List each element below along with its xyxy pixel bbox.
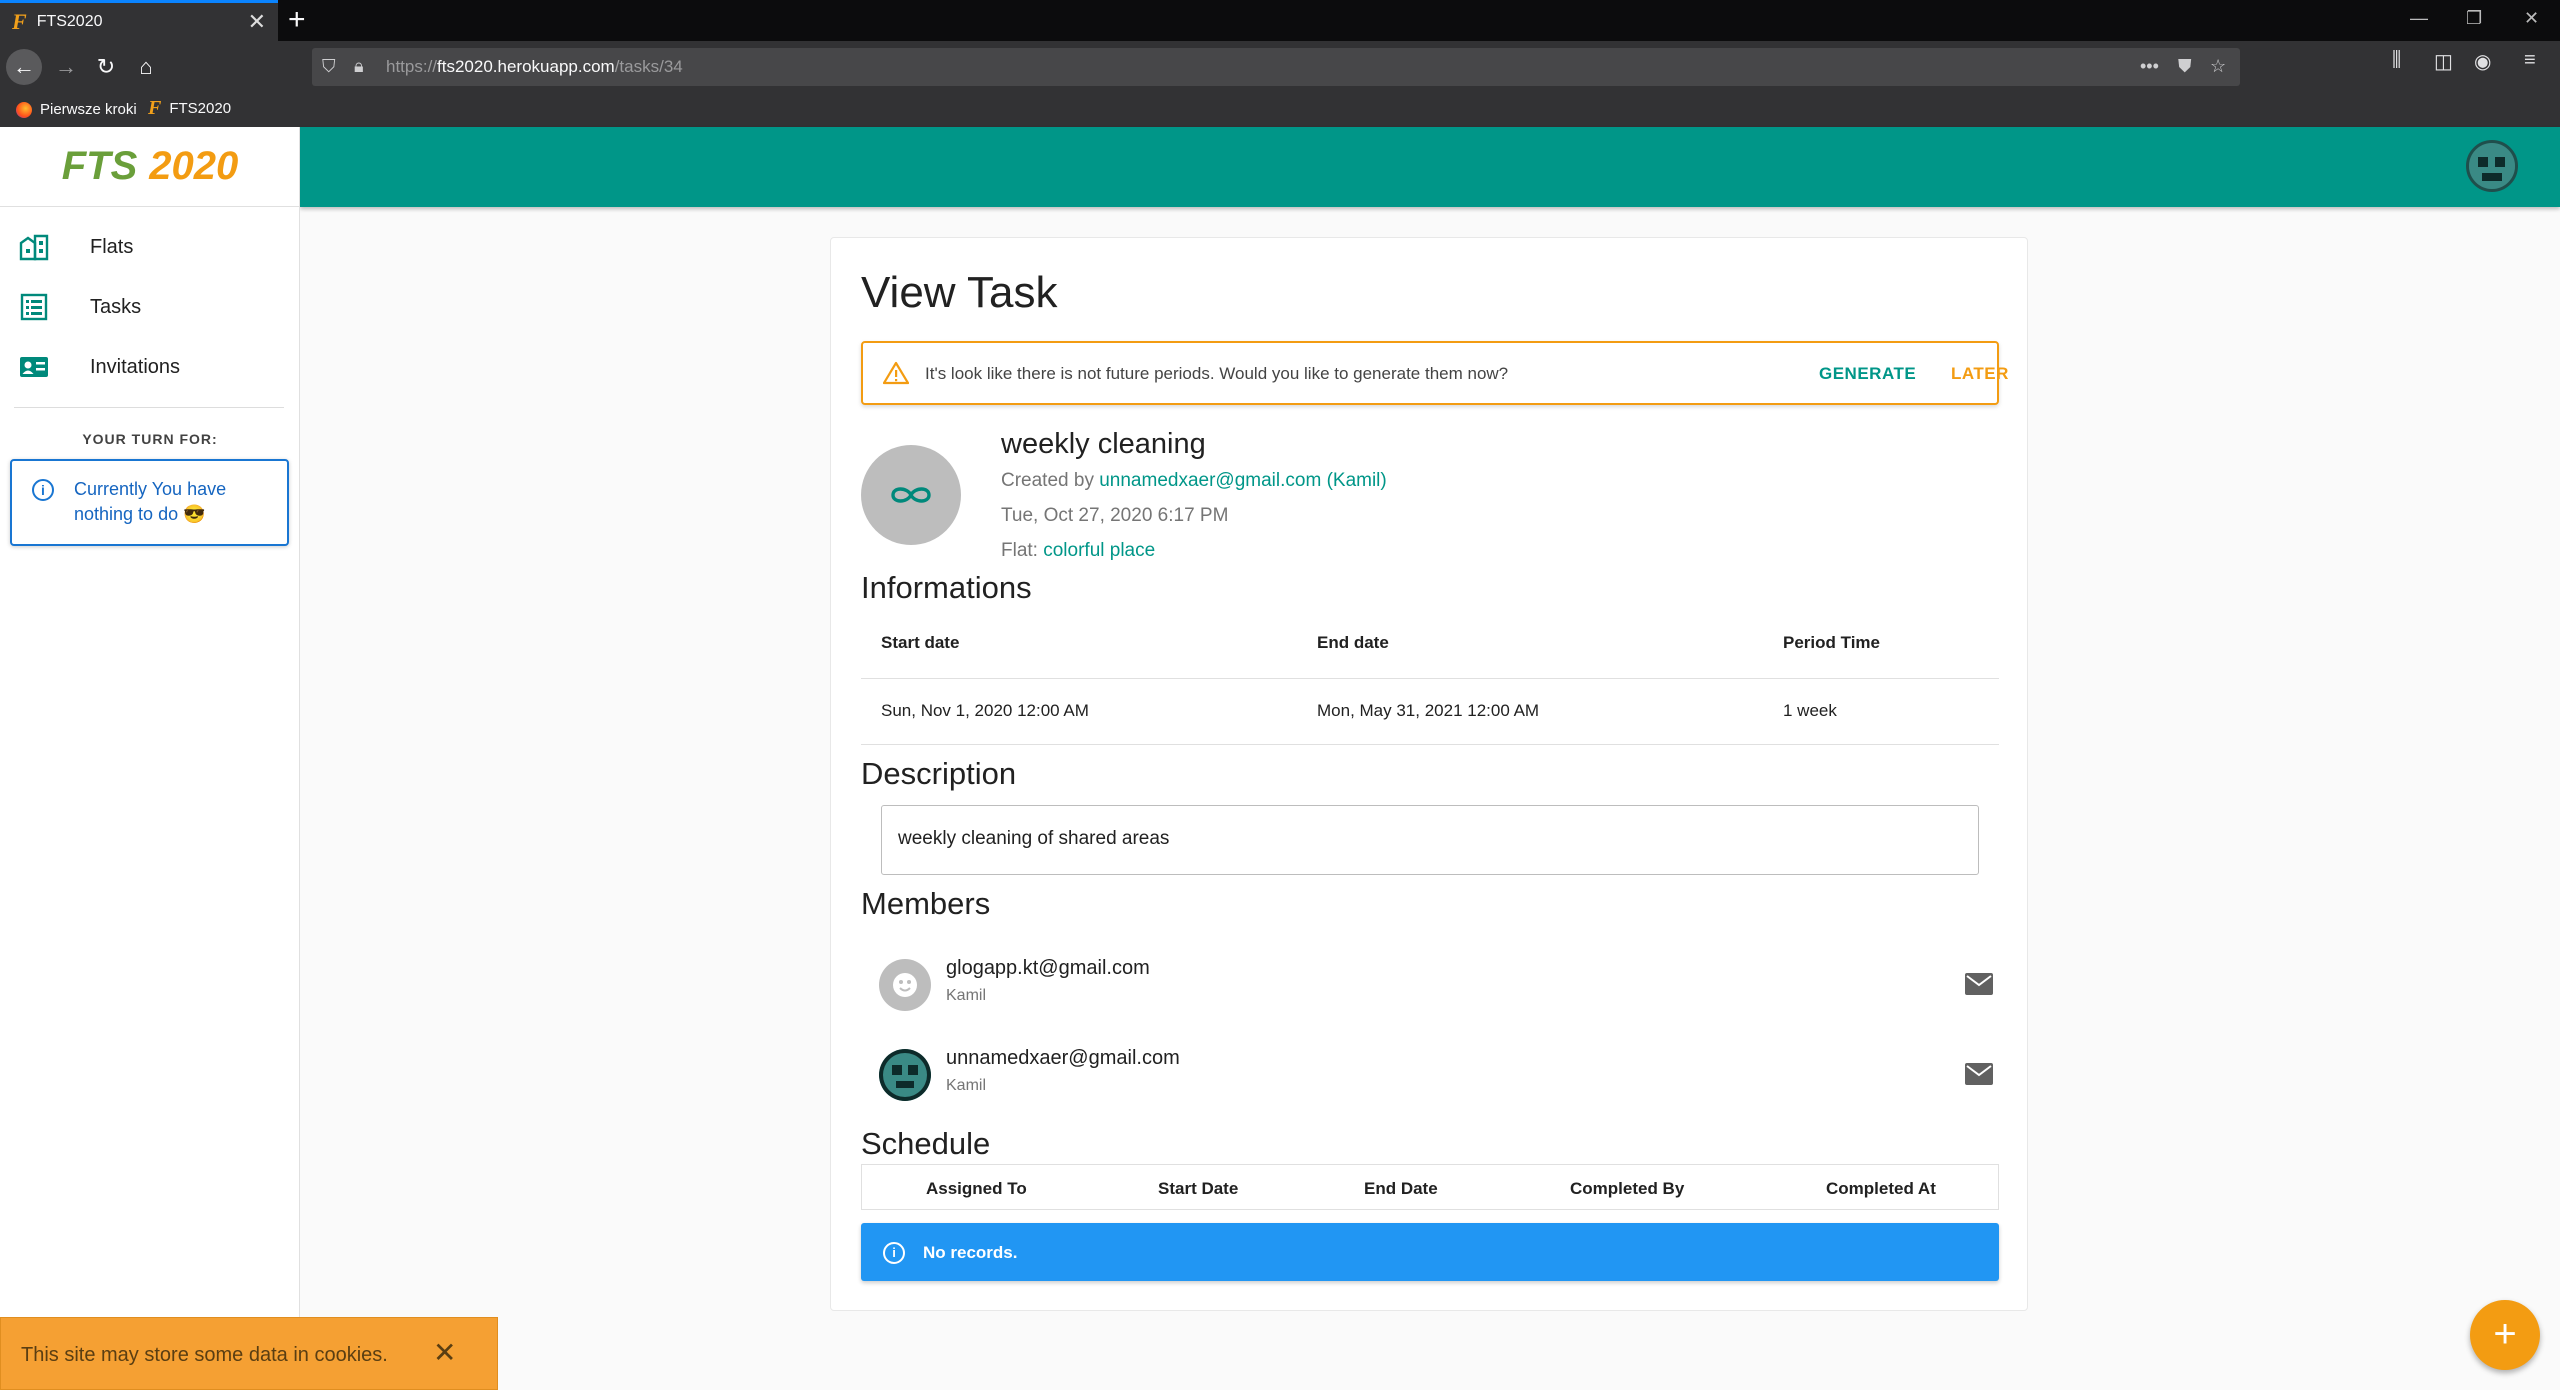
app-logo[interactable]: FTS 2020	[0, 127, 300, 207]
avatar-face-icon	[879, 1049, 931, 1101]
sidebar-item-invitations[interactable]: Invitations	[0, 338, 300, 396]
user-avatar[interactable]	[2466, 140, 2518, 192]
later-button[interactable]: LATER	[1951, 364, 2009, 384]
list-icon	[20, 293, 48, 321]
member-name: Kamil	[946, 987, 987, 1004]
close-window-icon[interactable]: ✕	[2524, 8, 2539, 29]
schedule-header-completed-by[interactable]: Completed By	[1570, 1179, 1684, 1199]
back-button[interactable]: ←	[6, 49, 42, 85]
no-records-text: No records.	[923, 1243, 1018, 1262]
close-tab-icon[interactable]: ✕	[248, 9, 266, 35]
new-tab-button[interactable]: +	[288, 2, 306, 38]
member-name: Kamil	[946, 1077, 987, 1094]
forward-button[interactable]: →	[48, 49, 84, 85]
account-icon[interactable]: ◉	[2474, 49, 2491, 74]
member-item: unnamedxaer@gmail.com Kamil	[861, 1039, 1999, 1119]
mail-icon[interactable]	[1965, 973, 1993, 995]
building-icon	[19, 234, 49, 261]
schedule-header-start-date[interactable]: Start Date	[1158, 1179, 1238, 1199]
task-avatar	[861, 445, 961, 545]
task-created-at: Tue, Oct 27, 2020 6:17 PM	[1001, 505, 1229, 526]
task-flat: Flat: colorful place	[1001, 540, 1156, 561]
face-icon	[893, 973, 917, 997]
description-box: weekly cleaning of shared areas	[881, 805, 1979, 875]
bookmark-first-steps[interactable]: Pierwsze kroki	[16, 101, 137, 118]
pocket-icon[interactable]: ⛊	[2178, 56, 2192, 77]
app-header	[300, 127, 2560, 207]
info-end-date: Mon, May 31, 2021 12:00 AM	[1317, 701, 1540, 720]
description-heading: Description	[861, 756, 1017, 791]
menu-icon[interactable]: ≡	[2524, 49, 2536, 72]
member-email: glogapp.kt@gmail.com	[946, 957, 1150, 979]
reload-button[interactable]: ↻	[88, 49, 124, 85]
info-icon: i	[32, 479, 54, 501]
home-button[interactable]: ⌂	[128, 49, 164, 85]
sidebar-item-flats[interactable]: Flats	[0, 218, 300, 276]
your-turn-info-box: i Currently You have nothing to do 😎	[10, 459, 289, 546]
id-card-icon	[20, 357, 48, 377]
schedule-header-completed-at[interactable]: Completed At	[1826, 1179, 1936, 1199]
infinity-icon	[891, 487, 931, 503]
task-name: weekly cleaning	[1001, 428, 1206, 460]
browser-tab[interactable]: F FTS2020 ✕	[0, 0, 278, 41]
future-periods-alert: It's look like there is not future perio…	[861, 341, 2008, 405]
member-avatar[interactable]	[879, 959, 931, 1011]
avatar-face-icon	[2469, 143, 2515, 189]
info-icon: i	[883, 1242, 905, 1264]
url-text: https://fts2020.herokuapp.com/tasks/34	[386, 57, 683, 76]
member-item: glogapp.kt@gmail.com Kamil	[861, 949, 1999, 1029]
informations-heading: Informations	[861, 570, 1032, 605]
member-email: unnamedxaer@gmail.com	[946, 1047, 1180, 1069]
add-button[interactable]: +	[2470, 1300, 2540, 1370]
shield-icon[interactable]: ⛉	[322, 56, 336, 77]
task-card: View Task It's look like there is not fu…	[830, 237, 2028, 1311]
browser-tab-bar: F FTS2020 ✕ + — ❐ ✕	[0, 0, 2560, 41]
schedule-table-header: Assigned To Start Date End Date Complete…	[861, 1164, 1999, 1210]
browser-nav-bar: ← → ↻ ⌂ ⛉ 🔒︎ https://fts2020.herokuapp.c…	[0, 41, 2560, 93]
task-created-by: Created by unnamedxaer@gmail.com (Kamil)	[1001, 470, 1387, 491]
sidebar-item-tasks[interactable]: Tasks	[0, 278, 300, 336]
sidebar-toggle-icon[interactable]: ◫	[2434, 49, 2453, 74]
generate-button[interactable]: GENERATE	[1819, 364, 1916, 384]
close-icon[interactable]: ✕	[433, 1336, 456, 1369]
fts-favicon-icon: F	[12, 9, 27, 34]
warning-icon	[883, 361, 909, 385]
bookmark-star-icon[interactable]: ☆	[2210, 56, 2226, 77]
schedule-header-end-date[interactable]: End Date	[1364, 1179, 1438, 1199]
info-period-time: 1 week	[1783, 701, 1837, 720]
alert-text: It's look like there is not future perio…	[925, 364, 1509, 383]
bookmark-fts2020[interactable]: F FTS2020	[148, 97, 231, 120]
member-avatar[interactable]	[879, 1049, 931, 1101]
firefox-icon	[16, 101, 32, 118]
your-turn-label: YOUR TURN FOR:	[82, 431, 218, 447]
members-heading: Members	[861, 886, 991, 921]
no-records-banner: i No records.	[861, 1223, 1999, 1281]
schedule-header-assigned-to[interactable]: Assigned To	[926, 1179, 1027, 1199]
lock-icon[interactable]: 🔒︎	[354, 56, 364, 77]
fts-favicon-icon: F	[148, 97, 162, 119]
page-actions-icon[interactable]: •••	[2140, 56, 2159, 77]
bookmarks-bar: Pierwsze kroki F FTS2020	[0, 93, 2560, 127]
tab-title: FTS2020	[36, 13, 103, 30]
cookie-notice: This site may store some data in cookies…	[0, 1317, 498, 1390]
info-header-start-date: Start date	[881, 633, 960, 652]
info-header-period-time: Period Time	[1783, 633, 1880, 652]
your-turn-message: Currently You have nothing to do 😎	[74, 479, 227, 524]
creator-link[interactable]: unnamedxaer@gmail.com (Kamil)	[1099, 470, 1387, 491]
page-title: View Task	[861, 268, 1058, 317]
flat-link[interactable]: colorful place	[1043, 540, 1155, 561]
library-icon[interactable]: ⫼	[2392, 49, 2401, 72]
info-header-end-date: End date	[1317, 633, 1389, 652]
table-divider	[861, 744, 1999, 745]
sidebar: FTS 2020 Flats Tasks Invitations YOUR TU…	[0, 127, 300, 1390]
mail-icon[interactable]	[1965, 1063, 1993, 1085]
schedule-heading: Schedule	[861, 1126, 991, 1161]
restore-icon[interactable]: ❐	[2466, 8, 2482, 29]
minimize-icon[interactable]: —	[2410, 8, 2428, 29]
cookie-text: This site may store some data in cookies…	[21, 1344, 388, 1366]
address-bar[interactable]: ⛉ 🔒︎ https://fts2020.herokuapp.com/tasks…	[312, 48, 2240, 86]
table-divider	[861, 678, 1999, 679]
info-start-date: Sun, Nov 1, 2020 12:00 AM	[881, 701, 1089, 720]
sidebar-divider	[14, 407, 284, 408]
